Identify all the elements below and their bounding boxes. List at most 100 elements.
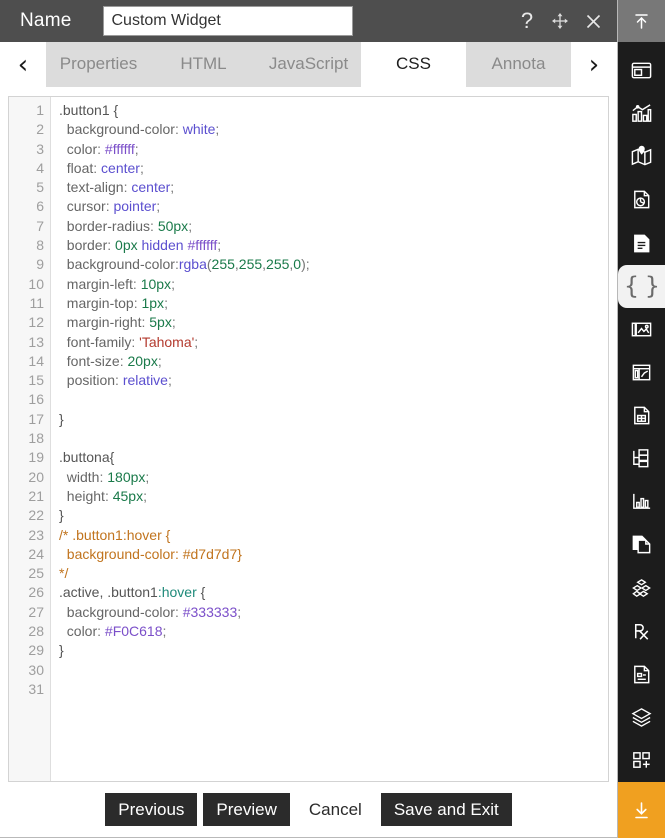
tabs-prev-arrow-icon[interactable]: ‹	[0, 42, 46, 87]
line-number: 28	[28, 623, 44, 640]
code-line: float: center;	[59, 159, 144, 176]
tab-html[interactable]: HTML	[151, 42, 256, 87]
close-x-icon[interactable]	[583, 10, 603, 32]
titlebar-actions: ?	[517, 10, 607, 32]
code-line: color: #F0C618;	[59, 623, 167, 640]
line-number: 19	[28, 449, 44, 466]
line-number: 9	[36, 256, 44, 273]
sidebar-item-form-document[interactable]	[618, 653, 665, 696]
cancel-button[interactable]: Cancel	[295, 792, 375, 827]
sidebar-item-pie-report[interactable]	[618, 178, 665, 221]
code-line: font-family: 'Tahoma';	[59, 333, 199, 350]
code-line: font-size: 20px;	[59, 352, 162, 369]
line-number: 10	[28, 275, 44, 292]
line-number: 8	[36, 237, 44, 254]
code-braces-icon: { }	[623, 272, 660, 301]
line-number: 29	[28, 642, 44, 659]
sidebar-icon-list: { }	[618, 42, 665, 782]
sidebar-item-document-text[interactable]	[618, 222, 665, 265]
sidebar-item-layers[interactable]	[618, 696, 665, 739]
line-number: 21	[28, 487, 44, 504]
line-number: 27	[28, 603, 44, 620]
code-line: /* .button1:hover {	[59, 526, 171, 543]
line-number: 22	[28, 507, 44, 524]
move-cross-icon[interactable]	[550, 10, 570, 32]
code-line: .active, .button1:hover {	[59, 584, 206, 601]
line-number: 24	[28, 545, 44, 562]
sidebar-item-cubes-stack[interactable]	[618, 567, 665, 610]
dialog-body: Name ?	[0, 0, 618, 838]
line-number: 6	[36, 198, 44, 215]
code-line: cursor: pointer;	[59, 198, 161, 215]
code-line: margin-left: 10px;	[59, 275, 175, 292]
code-line: position: relative;	[59, 372, 172, 389]
tabs-next-arrow-icon[interactable]: ›	[571, 42, 617, 87]
line-number: 30	[28, 661, 44, 678]
line-number: 18	[28, 430, 44, 447]
line-number: 5	[36, 179, 44, 196]
code-line: .buttona{	[59, 449, 115, 466]
line-number: 20	[28, 468, 44, 485]
code-line: border: 0px hidden #ffffff;	[59, 237, 222, 254]
line-number: 16	[28, 391, 44, 408]
tab-javascript[interactable]: JavaScript	[256, 42, 361, 87]
line-number: 25	[28, 565, 44, 582]
line-number: 23	[28, 526, 44, 543]
tab-properties[interactable]: Properties	[46, 42, 151, 87]
code-editor[interactable]: 1 2 3 4 5 6 7 8 9 10 11 12 13 14 15 16 17 18 19 20 21 22 23 24 2…	[8, 96, 609, 782]
code-editor-container: 1 2 3 4 5 6 7 8 9 10 11 12 13 14 15 16 17 18 19 20 21 22 23 24 2…	[0, 88, 617, 782]
sidebar-item-map-pin[interactable]	[618, 135, 665, 178]
dialog-titlebar: Name ?	[0, 0, 617, 42]
line-number: 11	[29, 294, 44, 311]
dialog-footer: Previous Preview Cancel Save and Exit	[0, 782, 617, 838]
sidebar-item-dashboard-grid[interactable]	[618, 351, 665, 394]
line-number: 7	[36, 217, 44, 234]
sidebar-item-widget-panel[interactable]	[618, 49, 665, 92]
code-line: background-color: white;	[59, 121, 220, 138]
code-line: text-align: center;	[59, 179, 175, 196]
code-line: }	[59, 410, 64, 427]
preview-button[interactable]: Preview	[203, 792, 290, 827]
code-line: width: 180px;	[59, 468, 150, 485]
upload-arrow-icon[interactable]	[618, 0, 665, 42]
line-number: 15	[28, 372, 44, 389]
sidebar-item-prescription-rx[interactable]	[618, 610, 665, 653]
tab-css[interactable]: CSS	[361, 42, 466, 87]
line-number: 31	[28, 680, 44, 697]
code-line: color: #ffffff;	[59, 140, 139, 157]
code-line: background-color: #d7d7d7}	[59, 545, 242, 562]
sidebar-item-add-widget[interactable]	[618, 739, 665, 782]
code-line: .button1 {	[59, 102, 119, 118]
tab-annotations[interactable]: Annota	[466, 42, 571, 87]
help-icon[interactable]: ?	[517, 10, 537, 32]
tab-bar: ‹ Properties HTML JavaScript CSS Annota …	[0, 42, 617, 88]
sidebar-item-tree-structure[interactable]	[618, 437, 665, 480]
widget-name-input[interactable]	[103, 6, 354, 36]
code-area[interactable]: .button1 { background-color: white; colo…	[51, 97, 608, 781]
download-arrow-icon[interactable]	[618, 782, 665, 838]
line-number: 2	[36, 121, 44, 138]
sidebar-item-code-braces[interactable]: { }	[618, 264, 665, 308]
tab-list: Properties HTML JavaScript CSS Annota	[46, 42, 571, 87]
sidebar-item-bar-chart[interactable]	[618, 92, 665, 135]
code-line: background-color: #333333;	[59, 603, 242, 620]
sidebar-item-copy-pages[interactable]	[618, 523, 665, 566]
line-number-gutter: 1 2 3 4 5 6 7 8 9 10 11 12 13 14 15 16 17 18 19 20 21 22 23 24 2…	[9, 97, 51, 781]
code-line: */	[59, 565, 69, 582]
line-number: 26	[28, 584, 44, 601]
line-number: 3	[36, 140, 44, 157]
code-line: }	[59, 642, 64, 659]
line-number: 1	[36, 102, 44, 118]
line-number: 14	[28, 352, 44, 369]
sidebar-item-spreadsheet-doc[interactable]	[618, 394, 665, 437]
code-line: }	[59, 507, 64, 524]
save-and-exit-button[interactable]: Save and Exit	[380, 792, 512, 827]
sidebar-item-analytics-chart[interactable]	[618, 480, 665, 523]
sidebar-item-image-gallery[interactable]	[618, 308, 665, 351]
code-line: margin-right: 5px;	[59, 314, 176, 331]
previous-button[interactable]: Previous	[105, 792, 198, 827]
